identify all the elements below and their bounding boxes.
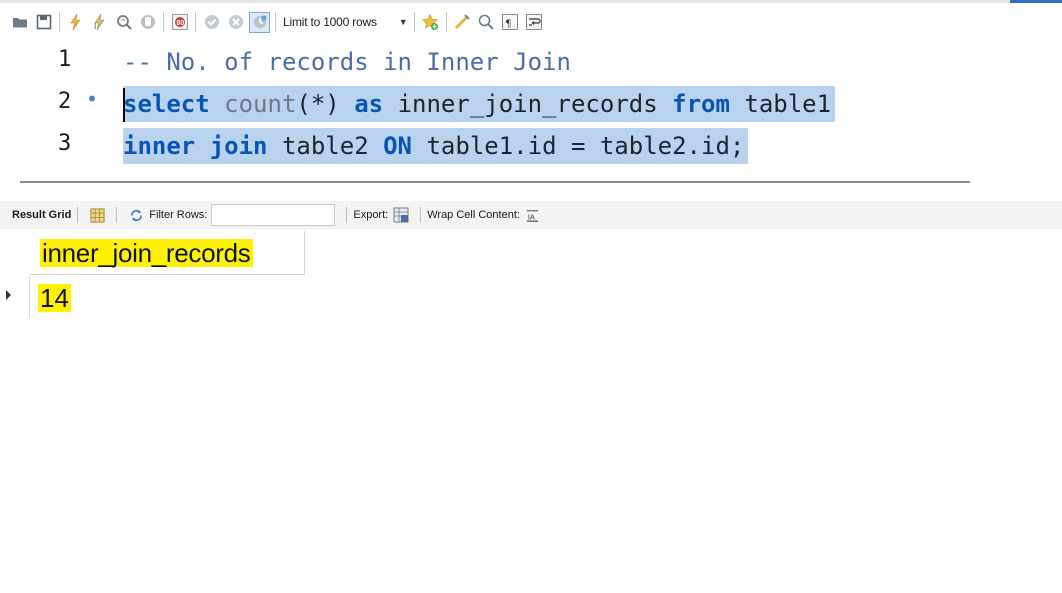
explain-icon[interactable] [113,12,134,33]
export-label: Export: [353,209,389,221]
execute-icon[interactable] [65,12,86,33]
wrap-lines-icon[interactable] [524,12,545,33]
autocommit-icon[interactable] [249,11,270,33]
toolbar-separator [445,12,447,32]
svg-text:80: 80 [176,20,184,27]
dropdown-caret-icon: ▼ [398,17,408,27]
column-alias: inner_join_records [397,90,658,118]
export-icon[interactable] [392,206,410,224]
function-count: count [224,90,297,118]
statement-marker: • [86,87,99,111]
keyword-on: ON [383,132,413,160]
svg-text:IA: IA [528,212,535,221]
toggle-error-icon[interactable]: 80 [169,12,190,33]
column-header[interactable]: inner_join_records [30,231,305,275]
toolbar-separator [59,12,60,32]
panel-splitter[interactable] [20,181,970,183]
refresh-icon[interactable] [127,206,145,224]
text-cursor [123,88,125,122]
code-text: -- No. of records in Inner Join [123,44,575,80]
code-line-2: 2 • select count(*) as inner_join_record… [0,84,1062,124]
toolbar-separator [195,12,196,32]
code-text: inner join table2 ON table1.id = table2.… [123,128,749,164]
sql-comment: -- No. of records in Inner Join [123,48,571,76]
limit-rows-label: Limit to 1000 rows [283,15,377,29]
toolbar-separator [420,207,422,223]
wrap-cell-icon[interactable]: IA [524,206,542,224]
add-snippet-icon[interactable] [420,12,441,33]
filter-rows-input[interactable] [211,204,336,226]
keyword-from: from [672,90,730,118]
grid-cell[interactable]: 14 [38,284,71,312]
line-number: 3 [58,131,72,156]
result-grid-tab[interactable]: Result Grid [12,209,71,221]
keyword-as: as [354,90,384,118]
beautify-icon[interactable] [452,12,473,33]
grid-view-icon[interactable] [88,206,106,224]
toolbar-separator [116,207,118,223]
toolbar-separator [163,12,164,32]
filter-rows-label: Filter Rows: [149,209,208,221]
line-number: 2 [58,89,72,114]
window-top-border [0,0,1062,3]
limit-rows-select[interactable]: Limit to 1000 rows ▼ [283,11,412,33]
toolbar-separator [275,12,276,32]
editor-toolbar: I 80 Limit to 1000 rows ▼ ¶ [0,5,1062,39]
execute-current-icon[interactable]: I [89,12,110,33]
result-toolbar: Result Grid Filter Rows: Export: Wrap Ce… [0,201,1062,229]
invisible-chars-icon[interactable]: ¶ [500,12,521,33]
code-line-1: 1 -- No. of records in Inner Join [0,42,1062,82]
toolbar-separator [77,207,79,223]
table-name: table2 [281,132,369,160]
code-text: select count(*) as inner_join_records fr… [123,86,836,122]
function-args: (*) [296,90,340,118]
toolbar-separator [346,207,348,223]
wrap-cell-content-label: Wrap Cell Content: [427,209,520,221]
active-tab-accent [1010,0,1062,3]
join-condition: table1.id = table2.id; [426,132,745,160]
folder-open-icon[interactable] [9,12,30,33]
stop-icon[interactable] [137,12,158,33]
save-icon[interactable] [33,12,54,33]
keyword-inner-join: inner join [123,132,268,160]
current-row-arrow-icon [6,290,11,300]
svg-text:I: I [94,22,96,31]
svg-text:¶: ¶ [506,18,511,30]
commit-icon[interactable] [201,12,222,33]
row-selector[interactable] [0,276,30,318]
find-icon[interactable] [476,12,497,33]
line-number: 1 [58,47,72,72]
sql-editor[interactable]: 1 -- No. of records in Inner Join 2 • se… [0,42,1062,172]
keyword-select: select [123,90,210,118]
toolbar-separator [413,12,415,32]
table-name: table1 [744,90,832,118]
column-header-label: inner_join_records [40,238,253,268]
rollback-icon[interactable] [225,12,246,33]
code-line-3: 3 inner join table2 ON table1.id = table… [0,126,1062,166]
